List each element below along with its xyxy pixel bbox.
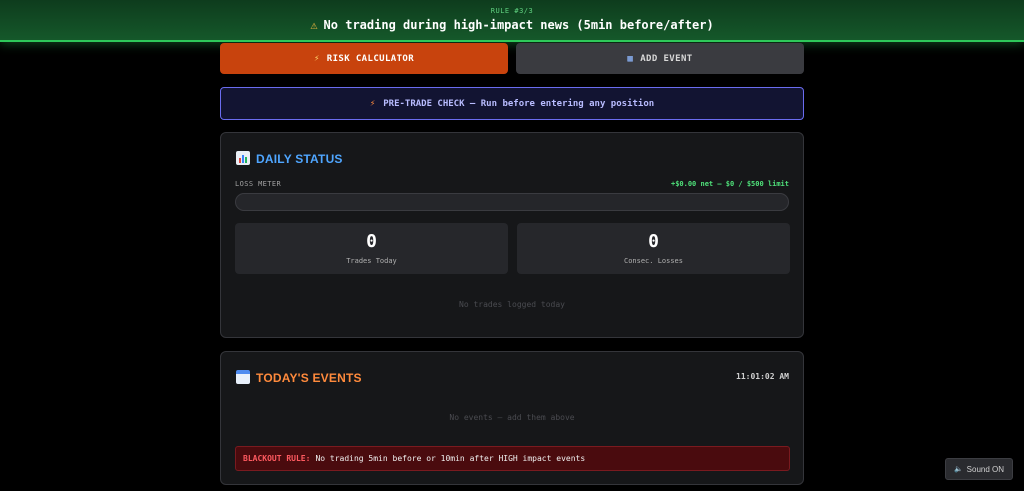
rule-text: No trading during high-impact news (5min… bbox=[323, 18, 714, 32]
blackout-rule-text: No trading 5min before or 10min after HI… bbox=[315, 454, 586, 463]
blackout-rule-notice: BLACKOUT RULE: No trading 5min before or… bbox=[235, 446, 790, 471]
add-event-label: ADD EVENT bbox=[640, 53, 693, 64]
sound-toggle-button[interactable]: 🔈 Sound ON bbox=[945, 458, 1013, 480]
rule-counter: RULE #3/3 bbox=[490, 7, 534, 15]
consec-losses-label: Consec. Losses bbox=[623, 257, 683, 265]
calendar-icon bbox=[236, 370, 250, 384]
events-empty-text: No events — add them above bbox=[449, 413, 575, 422]
sound-toggle-label: Sound ON bbox=[966, 464, 1005, 474]
lightning-icon: ⚡ bbox=[313, 53, 320, 64]
daily-status-title-text: DAILY STATUS bbox=[256, 152, 343, 166]
loss-meter-value: +$0.00 net — $0 / $500 limit bbox=[670, 180, 789, 188]
daily-status-card: DAILY STATUS LOSS METER +$0.00 net — $0 … bbox=[220, 132, 804, 338]
todays-events-card: TODAY'S EVENTS 11:01:02 AM No events — a… bbox=[220, 351, 804, 485]
calendar-icon: ▦ bbox=[627, 53, 634, 64]
pre-trade-check-button[interactable]: ⚡ PRE-TRADE CHECK — Run before entering … bbox=[220, 87, 804, 120]
daily-status-title: DAILY STATUS bbox=[236, 151, 343, 166]
trades-empty-text: No trades logged today bbox=[459, 300, 565, 309]
loss-meter-bar bbox=[235, 193, 789, 211]
todays-events-title-text: TODAY'S EVENTS bbox=[256, 371, 362, 385]
trades-today-value: 0 bbox=[366, 231, 377, 252]
action-button-row: ⚡ RISK CALCULATOR ▦ ADD EVENT bbox=[220, 43, 804, 74]
warning-icon: ⚠ bbox=[310, 18, 318, 32]
todays-events-title: TODAY'S EVENTS bbox=[236, 370, 362, 385]
risk-calculator-button[interactable]: ⚡ RISK CALCULATOR bbox=[220, 43, 508, 74]
add-event-button[interactable]: ▦ ADD EVENT bbox=[516, 43, 804, 74]
bar-chart-icon bbox=[236, 151, 250, 165]
risk-calculator-label: RISK CALCULATOR bbox=[326, 53, 415, 64]
lightning-icon: ⚡ bbox=[369, 98, 376, 109]
rule-text-line: ⚠ No trading during high-impact news (5mi… bbox=[0, 18, 1024, 32]
trades-today-label: Trades Today bbox=[346, 257, 397, 265]
consec-losses-stat: 0 Consec. Losses bbox=[517, 223, 790, 274]
pre-trade-check-label: PRE-TRADE CHECK — Run before entering an… bbox=[383, 98, 655, 109]
rule-banner: RULE #3/3 ⚠ No trading during high-impact… bbox=[0, 0, 1024, 42]
speaker-icon: 🔈 bbox=[953, 466, 963, 473]
clock-time: 11:01:02 AM bbox=[736, 372, 789, 381]
consec-losses-value: 0 bbox=[648, 231, 659, 252]
loss-meter-label: LOSS METER bbox=[235, 180, 282, 188]
trades-today-stat: 0 Trades Today bbox=[235, 223, 508, 274]
blackout-rule-label: BLACKOUT RULE: bbox=[243, 454, 311, 463]
